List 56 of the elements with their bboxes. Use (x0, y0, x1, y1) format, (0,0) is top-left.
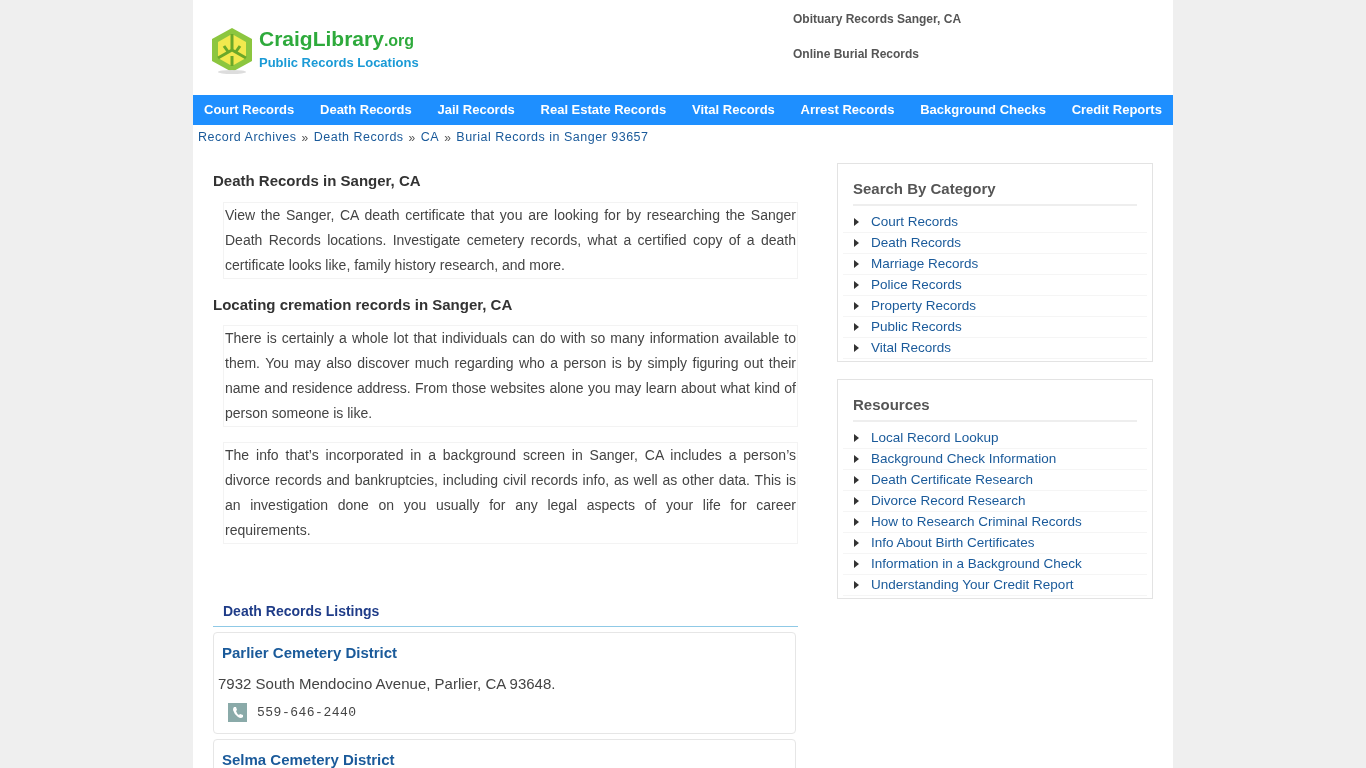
caret-icon (854, 344, 859, 352)
panel-title: Search By Category (853, 180, 996, 197)
breadcrumb-link[interactable]: Burial Records in Sanger 93657 (456, 128, 649, 147)
panel-title: Resources (853, 396, 930, 413)
caret-icon (854, 323, 859, 331)
paragraph: The info that’s incorporated in a background screen in Sanger, CA includes a person’s divorce records and bankruptcies, including civil records info, as well as other data. This is an investigation done on you usually for any legal aspects of your life for career requirements. (223, 442, 798, 544)
caret-icon (854, 281, 859, 289)
caret-icon (854, 518, 859, 526)
phone-number: 559-646-2440 (257, 704, 357, 722)
caret-icon (854, 434, 859, 442)
breadcrumb-separator: » (301, 129, 309, 147)
caret-icon (854, 218, 859, 226)
sidebar-link[interactable]: Death Records (871, 232, 962, 254)
sidebar-link[interactable]: Information in a Background Check (871, 553, 1082, 575)
listing-name[interactable]: Selma Cemetery District (218, 748, 791, 768)
sidebar-link[interactable]: Background Check Information (871, 448, 1057, 470)
sidebar-link[interactable]: Court Records (871, 211, 959, 233)
paragraph: View the Sanger, CA death certificate that you are looking for by researching the Sanger Death Records locations. Investigate cemetery records, what a certified copy of a death certificate looks like, family history research, and more. (223, 201, 798, 279)
caret-icon (854, 560, 859, 568)
listings-title: Death Records Listings (223, 603, 380, 619)
sidebar-link[interactable]: Divorce Record Research (871, 490, 1026, 512)
logo-name: CraigLibrary (259, 26, 384, 53)
sidebar-link[interactable]: Understanding Your Credit Report (871, 574, 1074, 596)
sidebar-link[interactable]: Property Records (871, 295, 977, 317)
listing-name[interactable]: Parlier Cemetery District (218, 642, 791, 665)
breadcrumb-separator: » (444, 129, 452, 147)
section-heading: Locating cremation records in Sanger, CA (213, 294, 514, 315)
paragraph: There is certainly a whole lot that individuals can do with so many information available to them. You may also discover much regarding who a person is by simply figuring out their name and residence address. From those websites alone you may learn about what kind of person someone is like. (223, 325, 798, 427)
caret-icon (854, 260, 859, 268)
sidebar-link[interactable]: Death Certificate Research (871, 469, 1034, 491)
cube-logo-icon (209, 25, 255, 74)
breadcrumb-link[interactable]: Record Archives (198, 128, 297, 147)
caret-icon (854, 455, 859, 463)
logo-tld: .org (383, 32, 415, 52)
sidebar-link[interactable]: Police Records (871, 274, 962, 296)
header-link[interactable]: Obituary Records Sanger, CA (793, 10, 962, 28)
sidebar-link[interactable]: Info About Birth Certificates (871, 532, 1035, 554)
section-heading: Death Records in Sanger, CA (213, 171, 422, 191)
caret-icon (854, 302, 859, 310)
sidebar-link[interactable]: Local Record Lookup (871, 427, 999, 449)
breadcrumb-link[interactable]: Death Records (313, 128, 404, 147)
sidebar-link[interactable]: How to Research Criminal Records (871, 511, 1082, 533)
caret-icon (854, 476, 859, 484)
sidebar-link[interactable]: Marriage Records (871, 253, 979, 275)
phone-icon (228, 703, 247, 723)
caret-icon (854, 581, 859, 589)
header-link[interactable]: Online Burial Records (793, 45, 962, 63)
listing-address: 7932 South Mendocino Avenue, Parlier, CA 93648. (218, 673, 557, 694)
sidebar-link[interactable]: Vital Records (871, 337, 952, 359)
sidebar-link[interactable]: Public Records (871, 316, 962, 338)
caret-icon (854, 539, 859, 547)
caret-icon (854, 497, 859, 505)
caret-icon (854, 239, 859, 247)
breadcrumb-link[interactable]: CA (420, 128, 440, 147)
logo-tagline: Public Records Locations (259, 54, 419, 73)
breadcrumb-separator: » (408, 129, 416, 147)
